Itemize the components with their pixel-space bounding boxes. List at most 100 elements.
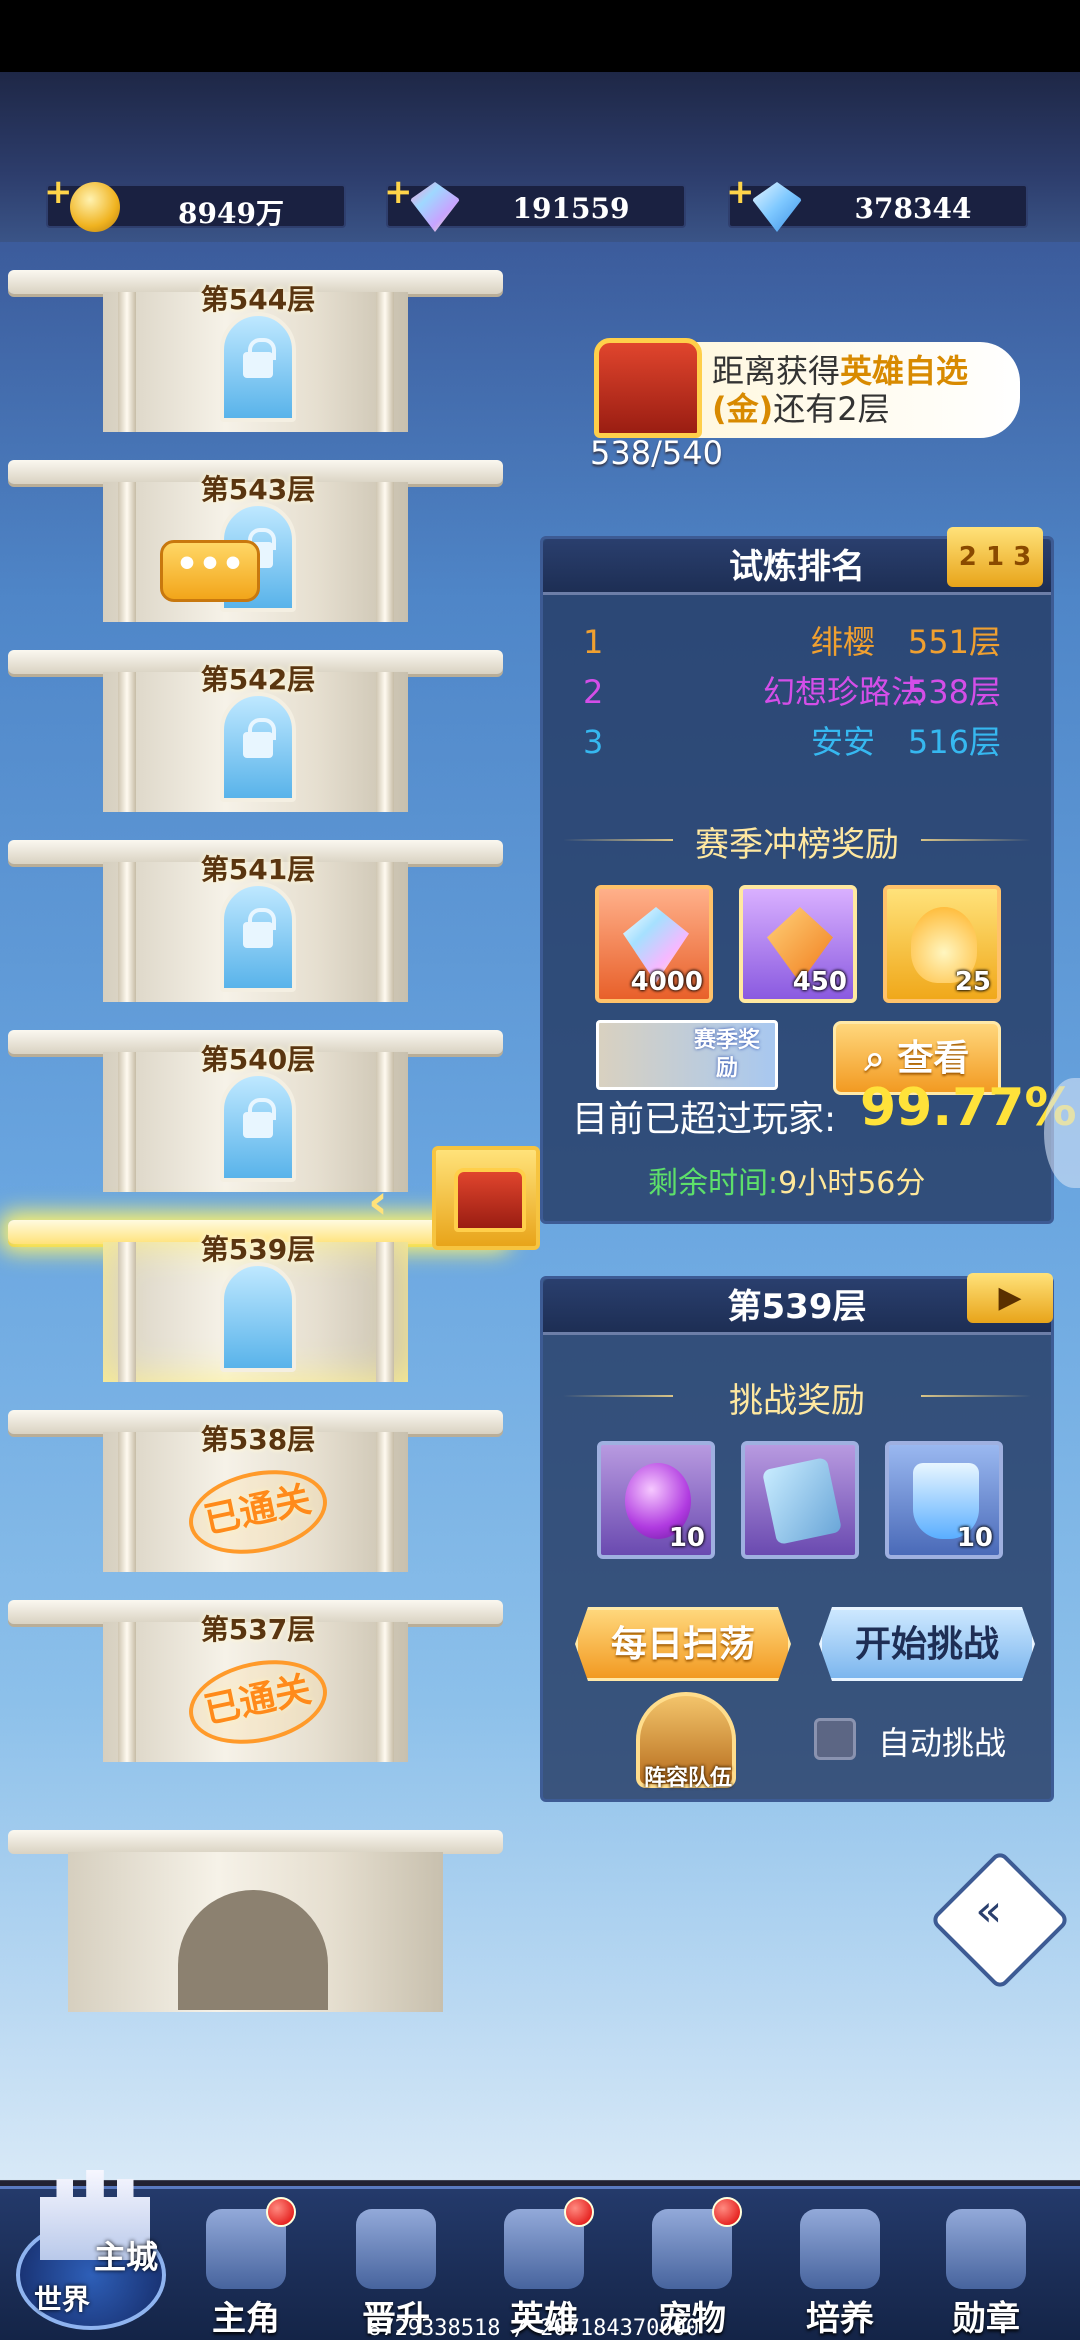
home-sub-label: 世界 [34,2283,91,2316]
floor-537[interactable]: 第537层 已通关 [8,1572,503,1762]
status-bar [0,0,1080,72]
pillar [118,862,136,1002]
floor-544[interactable]: 第544层 [8,242,503,432]
rank-floor: 551层 [907,623,1001,661]
notification-dot [266,2197,296,2227]
pillar [376,1052,394,1192]
nav-label: 培养 [806,2299,874,2339]
goal-banner[interactable]: 距离获得英雄自选(金)还有2层 [594,338,1020,438]
challenge-reward-item[interactable]: 10 [597,1441,715,1559]
rank-row-1[interactable]: 1 绯樱 551层 [583,617,1021,667]
pillar [118,672,136,812]
start-challenge-button[interactable]: 开始挑战 [819,1607,1035,1681]
floor-541[interactable]: 第541层 [8,812,503,1002]
floor-label: 第544层 [200,283,316,316]
pillar [376,672,394,812]
rank-number: 2 [583,673,604,711]
season-reward-item[interactable]: 4000 [595,885,713,1003]
floor-label: 第543层 [200,473,316,506]
season-reward-item[interactable]: 450 [739,885,857,1003]
pillar [118,1432,136,1572]
floor-label: 第538层 [200,1423,316,1456]
pillar [376,482,394,622]
lineup-label: 阵容队伍 [643,1766,732,1791]
daily-sweep-button[interactable]: 每日扫荡 [575,1607,791,1681]
season-thumb-label: 赛季奖励 [693,1028,760,1081]
blue-diamond-icon [752,182,802,232]
floor-label: 第537层 [200,1613,316,1646]
season-reward-title: 赛季冲榜奖励 [563,817,1031,866]
collapse-button[interactable]: « [929,1849,1071,1991]
rank-number: 1 [583,623,604,661]
exceed-label: 目前已超过玩家: [572,1099,837,1140]
floor-label: 第542层 [200,663,316,696]
floor-539-current[interactable]: 第539层 [8,1192,503,1382]
remaining-time: 剩余时间:9小时56分 [648,1158,925,1202]
add-blue-diamond-icon[interactable]: + [726,172,755,212]
pillar [118,292,136,432]
rank-row-2[interactable]: 2 幻想珍路法 538层 [583,667,1021,717]
pillar [118,482,136,622]
item-count: 450 [792,967,847,997]
remain-value: 9小时56分 [778,1166,926,1201]
season-reward-item[interactable]: 25 [883,885,1001,1003]
card-icon [761,1456,843,1546]
item-count: 25 [954,967,991,997]
rainbow-diamond-value: 191559 [512,192,630,225]
floor-reward-chest-icon[interactable] [432,1146,540,1250]
goal-text: 距离获得英雄自选(金)还有2层 [712,352,1012,428]
nav-cultivate[interactable]: 培养 [770,2209,910,2339]
goal-text-before: 距离获得 [712,352,841,390]
gold-resource[interactable]: + 8949万 [44,172,346,232]
nav-label: 主角 [212,2299,280,2339]
floor-label: 第540层 [200,1043,316,1076]
rank-row-3[interactable]: 3 安安 516层 [583,717,1021,767]
goal-text-after: 还有2层 [773,390,890,428]
tower: 第544层 第543层 第542层 第541层 第540层 第539层 第538… [0,242,520,2042]
lock-icon [243,718,276,758]
rank-number: 3 [583,723,604,761]
rank-floor: 538层 [907,673,1001,711]
nav-protagonist[interactable]: 主角 [176,2197,316,2339]
pillar [118,1242,136,1382]
lock-icon [243,1098,276,1138]
gold-value: 8949万 [178,197,284,230]
video-replay-icon[interactable]: ▶ [967,1273,1053,1323]
view-button-label: 查看 [897,1038,970,1079]
remain-label: 剩余时间: [648,1166,779,1201]
season-reward-thumbnail[interactable]: 赛季奖励 [596,1020,778,1090]
floor-540[interactable]: 第540层 [8,1002,503,1192]
search-icon: ⌕ [864,1038,885,1079]
gold-coin-icon [70,182,120,232]
cultivate-icon [800,2209,880,2289]
rainbow-diamond-resource[interactable]: + 191559 [384,172,686,232]
home-main-label: 主城 [94,2238,159,2276]
challenge-reward-item[interactable]: 10 [885,1441,1003,1559]
podium-icon[interactable]: 2 1 3 [947,527,1043,587]
pillar [118,1052,136,1192]
floor-label: 第539层 [200,1233,316,1266]
nav-label: 勋章 [952,2299,1020,2339]
home-castle-button[interactable]: 主城 世界 [10,2140,170,2340]
challenge-reward-item[interactable] [741,1441,859,1559]
item-count: 4000 [630,967,703,997]
goal-progress: 538/540 [590,434,723,472]
blue-diamond-resource[interactable]: + 378344 [726,172,1028,232]
floor-door [220,1262,296,1372]
nav-medals[interactable]: 勋章 [916,2209,1056,2339]
pillar [376,292,394,432]
add-gold-icon[interactable]: + [44,172,73,212]
arrow-left-icon: ‹ [368,1174,388,1230]
floor-542[interactable]: 第542层 [8,622,503,812]
floor-538[interactable]: 第538层 已通关 [8,1382,503,1572]
chat-bubble-icon[interactable]: ••• [160,540,260,602]
base-roof [8,1830,503,1854]
pillar [118,1622,136,1762]
promotion-icon [356,2209,436,2289]
rainbow-diamond-icon [410,182,460,232]
auto-challenge-checkbox[interactable] [814,1718,856,1760]
pillar [376,1622,394,1762]
debug-text: 8729338518 / 207184370000 [368,2316,700,2340]
add-rainbow-diamond-icon[interactable]: + [384,172,413,212]
notification-dot [564,2197,594,2227]
